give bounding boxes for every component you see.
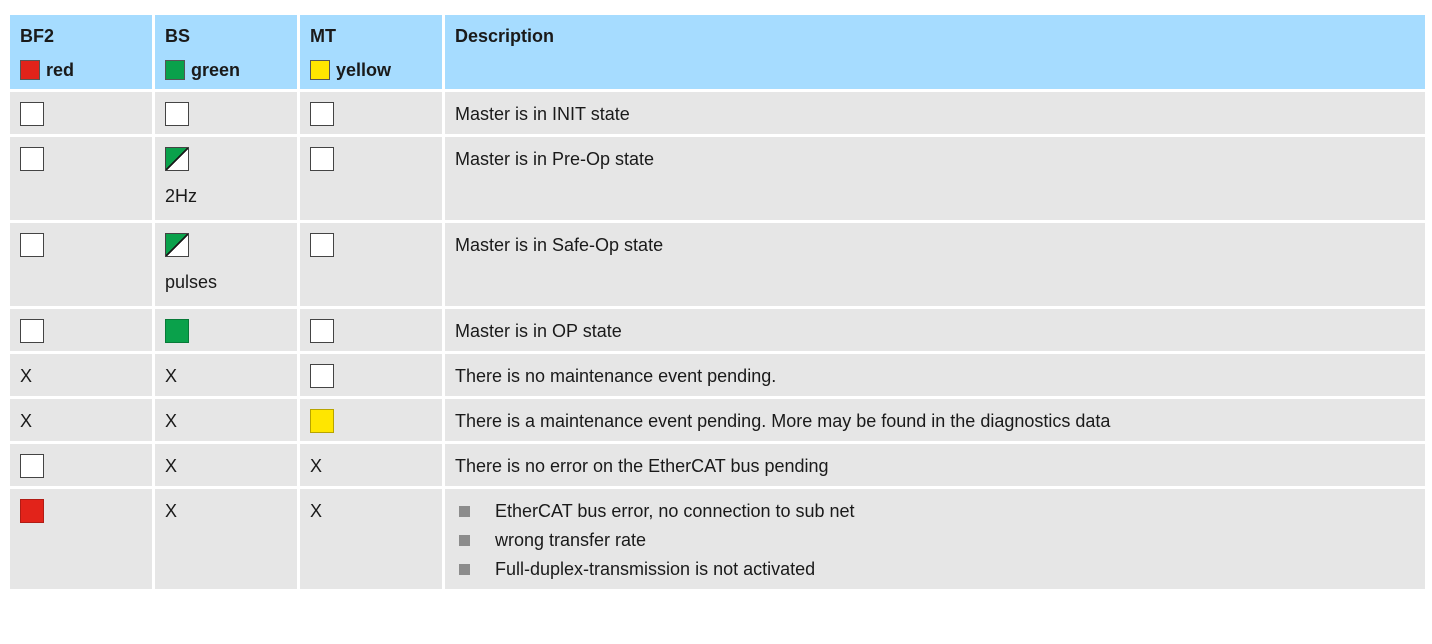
header-mt-color: yellow [336,60,392,80]
header-description: Description [445,15,1425,89]
cell-description: EtherCAT bus error, no connection to sub… [445,489,1425,589]
cell-bf2 [10,489,152,589]
cell-bs: 2Hz [155,137,297,220]
led-off-icon [20,147,44,171]
led-green-on-icon [165,319,189,343]
table-row: Master is in INIT state [10,92,1425,134]
header-bf2: BF2 red [10,15,152,89]
cell-mt [300,92,442,134]
cell-mt [300,137,442,220]
table-row: Master is in OP state [10,309,1425,351]
header-bs-title: BS [165,26,191,46]
cell-bf2 [10,92,152,134]
dont-care-mark: X [310,501,323,521]
table-row: pulses Master is in Safe-Op state [10,223,1425,306]
cell-description: Master is in INIT state [445,92,1425,134]
description-text: Master is in Safe-Op state [455,235,664,255]
led-off-icon [310,233,334,257]
description-text: There is no maintenance event pending. [455,366,777,386]
header-mt-title: MT [310,26,336,46]
yellow-swatch-icon [310,60,330,80]
cell-bf2 [10,137,152,220]
led-off-icon [310,364,334,388]
header-bf2-title: BF2 [20,26,55,46]
cell-mt [300,354,442,396]
table-row: X X There is a maintenance event pending… [10,399,1425,441]
cell-bs: pulses [155,223,297,306]
description-text: There is no error on the EtherCAT bus pe… [455,456,829,476]
list-item: EtherCAT bus error, no connection to sub… [455,499,1425,523]
led-red-on-icon [20,499,44,523]
cell-mt [300,399,442,441]
cell-bs: X [155,399,297,441]
cell-bf2 [10,223,152,306]
led-off-icon [20,102,44,126]
led-blinking-icon [165,147,189,171]
green-swatch-icon [165,60,185,80]
cell-bf2: X [10,399,152,441]
dont-care-mark: X [165,456,178,476]
square-bullet-icon [459,534,470,546]
cell-mt: X [300,444,442,486]
list-item: wrong transfer rate [455,528,1425,552]
table-row: X X There is no maintenance event pendin… [10,354,1425,396]
dont-care-mark: X [20,366,33,386]
led-off-icon [20,454,44,478]
blink-note: pulses [165,272,218,292]
description-text: Master is in OP state [455,321,622,341]
cell-bs: X [155,354,297,396]
cell-description: There is no maintenance event pending. [445,354,1425,396]
square-bullet-icon [459,505,470,517]
cell-bs [155,92,297,134]
list-item-text: EtherCAT bus error, no connection to sub… [495,501,855,521]
cell-description: Master is in Pre-Op state [445,137,1425,220]
dont-care-mark: X [20,411,33,431]
dont-care-mark: X [165,366,178,386]
led-blinking-icon [165,233,189,257]
list-item: Full-duplex-transmission is not activate… [455,557,1425,581]
list-item-text: Full-duplex-transmission is not activate… [495,559,816,579]
dont-care-mark: X [310,456,323,476]
cell-bs: X [155,489,297,589]
cell-description: Master is in OP state [445,309,1425,351]
cell-bf2: X [10,354,152,396]
header-mt: MT yellow [300,15,442,89]
table-row: 2Hz Master is in Pre-Op state [10,137,1425,220]
header-bs: BS green [155,15,297,89]
cell-mt [300,309,442,351]
led-off-icon [310,102,334,126]
led-yellow-on-icon [310,409,334,433]
list-item-text: wrong transfer rate [495,530,647,550]
dont-care-mark: X [165,501,178,521]
description-text: Master is in INIT state [455,104,630,124]
header-row: BF2 red BS green MT yellow Description [10,15,1425,89]
cell-description: There is no error on the EtherCAT bus pe… [445,444,1425,486]
error-cause-list: EtherCAT bus error, no connection to sub… [455,499,1425,581]
led-off-icon [20,319,44,343]
led-off-icon [165,102,189,126]
led-off-icon [20,233,44,257]
led-status-table: BF2 red BS green MT yellow Description M… [7,12,1428,592]
cell-bs [155,309,297,351]
cell-mt: X [300,489,442,589]
description-text: Master is in Pre-Op state [455,149,655,169]
header-description-title: Description [455,26,555,46]
table-row: X X There is no error on the EtherCAT bu… [10,444,1425,486]
led-off-icon [310,319,334,343]
dont-care-mark: X [165,411,178,431]
red-swatch-icon [20,60,40,80]
header-bf2-color: red [46,60,75,80]
cell-description: Master is in Safe-Op state [445,223,1425,306]
blink-note: 2Hz [165,186,198,206]
led-off-icon [310,147,334,171]
cell-description: There is a maintenance event pending. Mo… [445,399,1425,441]
header-bs-color: green [191,60,241,80]
cell-bs: X [155,444,297,486]
cell-bf2 [10,309,152,351]
square-bullet-icon [459,563,470,575]
cell-bf2 [10,444,152,486]
table-row: X X EtherCAT bus error, no connection to… [10,489,1425,589]
cell-mt [300,223,442,306]
description-text: There is a maintenance event pending. Mo… [455,411,1111,431]
